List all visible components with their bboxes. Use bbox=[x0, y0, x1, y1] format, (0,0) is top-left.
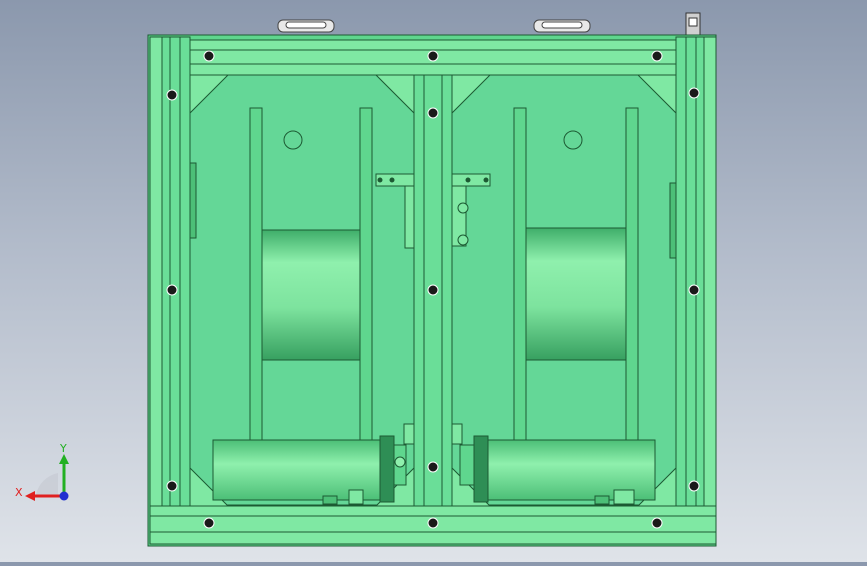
z-axis-icon bbox=[59, 491, 69, 501]
top-handle-right bbox=[533, 19, 591, 33]
top-right-latch bbox=[685, 12, 701, 36]
x-axis-arrowhead-icon bbox=[25, 491, 35, 501]
top-handle-left bbox=[277, 19, 335, 33]
x-axis-label: X bbox=[15, 486, 23, 499]
y-axis-arrowhead-icon bbox=[59, 454, 69, 464]
triad-plane-icon bbox=[36, 473, 58, 495]
y-axis-label: Y bbox=[59, 442, 67, 455]
view-orientation-triad-icon[interactable]: Y X bbox=[12, 440, 82, 510]
cad-viewport[interactable]: Y X bbox=[0, 0, 867, 562]
cad-model-assembly[interactable] bbox=[0, 0, 867, 562]
